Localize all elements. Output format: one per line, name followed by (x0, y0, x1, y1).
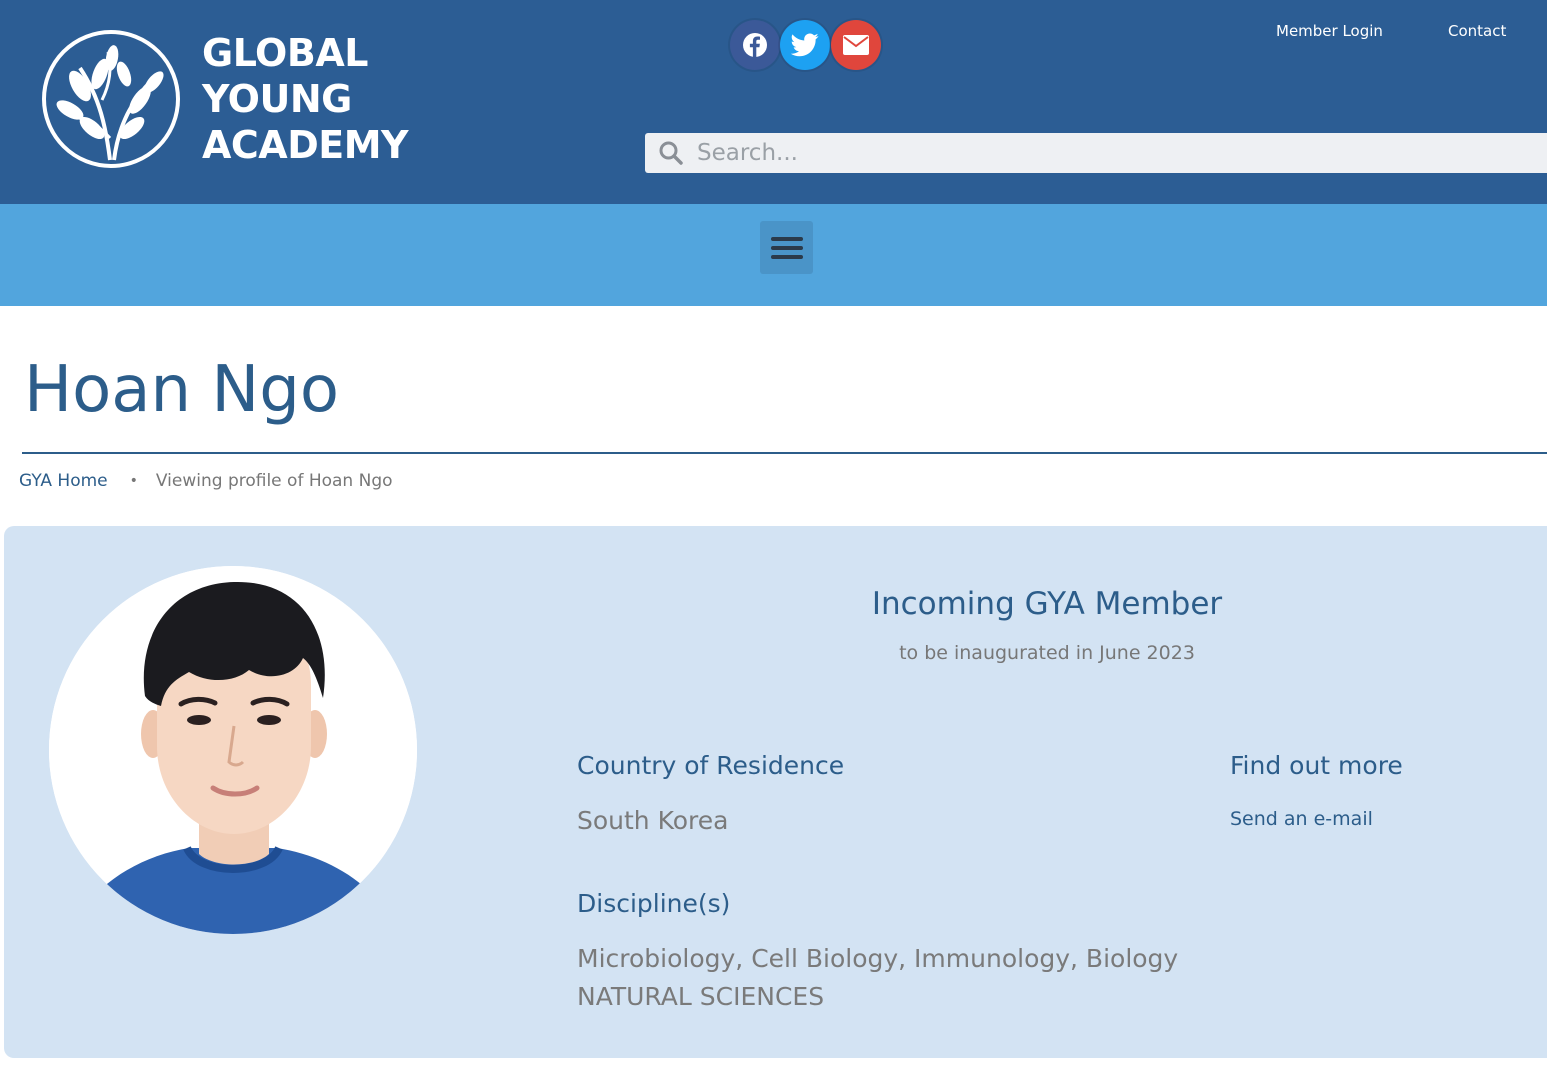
title-divider (22, 452, 1547, 454)
search-icon[interactable] (657, 139, 685, 167)
search-input[interactable] (695, 139, 1495, 167)
site-header: GLOBAL YOUNG ACADEMY Member Login Contac… (0, 0, 1547, 204)
country-value: South Korea (577, 806, 729, 835)
member-login-link[interactable]: Member Login (1276, 22, 1383, 40)
email-share-link[interactable] (831, 20, 881, 70)
menu-toggle-button[interactable] (760, 221, 813, 274)
member-status-heading: Incoming GYA Member (871, 586, 1223, 622)
profile-photo (49, 566, 417, 934)
gya-logo-icon[interactable] (40, 28, 182, 170)
country-label: Country of Residence (577, 751, 845, 780)
page-title: Hoan Ngo (24, 353, 340, 427)
main-nav-bar (0, 204, 1547, 306)
profile-card: Incoming GYA Member to be inaugurated in… (4, 526, 1547, 1058)
facebook-icon (743, 33, 767, 57)
field-category-value: NATURAL SCIENCES (577, 982, 825, 1011)
discipline-value: Microbiology, Cell Biology, Immunology, … (577, 944, 1179, 973)
logo-line-2: YOUNG (202, 77, 352, 121)
envelope-icon (843, 35, 869, 55)
hamburger-menu-icon (770, 236, 803, 259)
logo-line-1: GLOBAL (202, 31, 368, 75)
contact-link[interactable]: Contact (1448, 22, 1506, 40)
breadcrumb-home-link[interactable]: GYA Home (19, 469, 108, 493)
logo-line-3: ACADEMY (202, 123, 409, 167)
find-out-more-label: Find out more (1230, 751, 1403, 780)
breadcrumb-separator: • (129, 473, 138, 489)
discipline-label: Discipline(s) (577, 889, 731, 918)
member-status-subtext: to be inaugurated in June 2023 (899, 642, 1195, 664)
twitter-icon (791, 33, 819, 57)
logo-wordmark[interactable]: GLOBAL YOUNG ACADEMY (202, 30, 409, 168)
facebook-link[interactable] (730, 20, 780, 70)
send-email-link[interactable]: Send an e-mail (1230, 806, 1373, 832)
breadcrumb: GYA Home • Viewing profile of Hoan Ngo (19, 469, 393, 493)
twitter-link[interactable] (780, 20, 830, 70)
search-bar[interactable] (645, 133, 1547, 173)
breadcrumb-current: Viewing profile of Hoan Ngo (155, 471, 393, 491)
